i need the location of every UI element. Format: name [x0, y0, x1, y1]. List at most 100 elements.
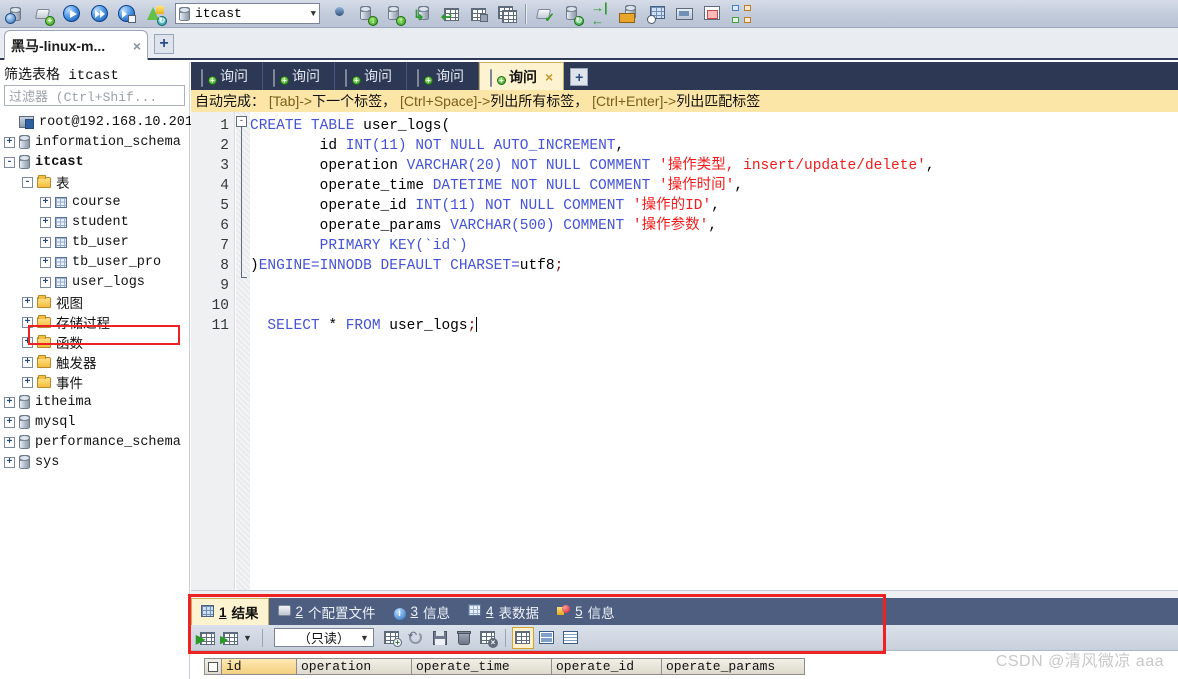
line-number: 2: [220, 138, 229, 154]
main-toolbar: + ↻ itcast ▼ ↓ ↑ ↳ ↩ ✓ ↻ →|←: [0, 0, 1178, 28]
tree-item-student[interactable]: + student: [0, 212, 189, 232]
tree-item-mysql[interactable]: + mysql: [0, 412, 189, 432]
tree-item-tb_user_pro[interactable]: + tb_user_pro: [0, 252, 189, 272]
table-save-icon[interactable]: [465, 1, 493, 27]
tree-expander-plus-icon[interactable]: +: [40, 216, 51, 228]
tree-item-user_logs[interactable]: + user_logs: [0, 272, 189, 292]
tree-expander-plus-icon[interactable]: +: [22, 376, 33, 388]
tree-item-label: 事件: [56, 377, 83, 393]
column-header-id[interactable]: id: [222, 658, 297, 675]
tree-expander-plus-icon[interactable]: +: [40, 256, 51, 268]
tree-expander-plus-icon[interactable]: +: [4, 396, 15, 408]
tree-item-course[interactable]: + course: [0, 192, 189, 212]
tree-item-label: performance_schema: [35, 434, 181, 450]
query-tab-4[interactable]: + 询问: [407, 62, 479, 90]
query-tab-3[interactable]: + 询问: [335, 62, 407, 90]
code-token: (11): [441, 198, 485, 214]
connect-db-icon[interactable]: [2, 1, 30, 27]
tree-expander-plus-icon[interactable]: +: [4, 136, 15, 148]
hint-text-ctrl-enter: 列出匹配标签: [676, 93, 761, 109]
tree-item-sys[interactable]: + sys: [0, 452, 189, 472]
table-designer-icon[interactable]: [699, 1, 727, 27]
code-token: ENGINE: [258, 258, 311, 274]
column-header-operate_id[interactable]: operate_id: [552, 658, 662, 675]
tree-item-information_schema[interactable]: + information_schema: [0, 132, 189, 152]
query-tab-1[interactable]: + 询问: [191, 62, 263, 90]
database-selector[interactable]: itcast ▼: [175, 3, 320, 24]
data-transfer-icon[interactable]: [615, 1, 643, 27]
folder-icon: [37, 354, 51, 368]
line-number: 6: [220, 218, 229, 234]
query-tab-5-active[interactable]: + 询问 ×: [479, 62, 565, 90]
refresh-objects-icon[interactable]: ↻: [142, 1, 170, 27]
tree-expander-plus-icon[interactable]: +: [40, 196, 51, 208]
code-token: SELECT: [267, 318, 329, 334]
tree-expander-plus-icon[interactable]: +: [4, 456, 15, 468]
tree-expander-plus-icon[interactable]: +: [4, 436, 15, 448]
column-header-operate_time[interactable]: operate_time: [412, 658, 552, 675]
connection-tab-label: 黑马-linux-m...: [11, 37, 106, 54]
code-token: ,: [734, 178, 744, 194]
tree-expander-plus-icon[interactable]: +: [22, 296, 33, 308]
tree-item-server[interactable]: root@192.168.10.201: [0, 112, 193, 132]
tree-item-itcast[interactable]: - itcast: [0, 152, 189, 172]
tree-expander-plus-icon[interactable]: +: [22, 356, 33, 368]
execute-selection-icon[interactable]: [114, 1, 142, 27]
close-icon[interactable]: ×: [545, 69, 553, 85]
monitor-icon[interactable]: [671, 1, 699, 27]
code-token: id: [250, 138, 346, 154]
tree-item-label: information_schema: [35, 134, 181, 150]
line-number: 1: [220, 118, 229, 134]
er-diagram-icon[interactable]: [727, 1, 755, 27]
toolbar-divider: [525, 3, 527, 24]
fold-toggle-icon[interactable]: -: [236, 116, 247, 127]
code-token: (500): [511, 218, 564, 234]
code-content[interactable]: CREATE TABLE user_logs( id INT(11) NOT N…: [250, 116, 1178, 336]
code-line: PRIMARY KEY(`id`): [250, 236, 1178, 256]
query-run-icon[interactable]: ✓: [531, 1, 559, 27]
tree-expander-minus-icon[interactable]: -: [22, 176, 33, 188]
user-manager-icon[interactable]: [325, 1, 353, 27]
execute-all-icon[interactable]: [86, 1, 114, 27]
code-token: ;: [467, 318, 477, 334]
scheduler-icon[interactable]: [643, 1, 671, 27]
tree-expander-plus-icon[interactable]: +: [4, 416, 15, 428]
db-export-icon[interactable]: ↑: [381, 1, 409, 27]
import-arrow-icon[interactable]: ↳: [409, 1, 437, 27]
query-tab-2[interactable]: + 询问: [263, 62, 335, 90]
tree-item-itheima[interactable]: + itheima: [0, 392, 189, 412]
execute-icon[interactable]: [58, 1, 86, 27]
tree-item-views-folder[interactable]: + 视图: [0, 292, 189, 313]
column-header-operation[interactable]: operation: [297, 658, 412, 675]
select-all-checkbox[interactable]: [204, 658, 222, 675]
tree-item-tb_user[interactable]: + tb_user: [0, 232, 189, 252]
query-tab-label: 询问: [220, 68, 248, 84]
tree-item-triggers-folder[interactable]: + 触发器: [0, 352, 189, 373]
tree-expander-plus-icon[interactable]: +: [40, 276, 51, 288]
tree-item-tables-folder[interactable]: - 表: [0, 172, 189, 193]
query-icon: +: [345, 68, 361, 87]
tree-expander-minus-icon[interactable]: -: [4, 156, 15, 168]
code-token: INNODB DEFAULT CHARSET: [319, 258, 512, 274]
code-line: operation VARCHAR(20) NOT NULL COMMENT '…: [250, 156, 1178, 176]
code-token: NOT NULL AUTO_INCREMENT: [415, 138, 616, 154]
filter-input[interactable]: 过滤器 (Ctrl+Shif...: [4, 85, 185, 106]
new-connection-tab-button[interactable]: +: [154, 34, 174, 54]
tree-item-events-folder[interactable]: + 事件: [0, 372, 189, 393]
line-number: 7: [220, 238, 229, 254]
close-icon[interactable]: ×: [133, 38, 141, 54]
database-icon: [19, 435, 30, 449]
db-refresh-icon[interactable]: ↻: [559, 1, 587, 27]
grid-export-icon[interactable]: ↩: [437, 1, 465, 27]
tree-expander-plus-icon[interactable]: +: [40, 236, 51, 248]
connection-tab[interactable]: 黑马-linux-m... ×: [4, 30, 148, 60]
table-copy-icon[interactable]: [493, 1, 521, 27]
sql-editor[interactable]: 1 2 3 4 5 6 7 8 9 10 11 - CREATE TABLE user_logs( …: [191, 112, 1178, 590]
new-query-icon[interactable]: +: [30, 1, 58, 27]
column-header-operate_params[interactable]: operate_params: [662, 658, 805, 675]
new-query-tab-button[interactable]: +: [570, 68, 589, 86]
db-import-icon[interactable]: ↓: [353, 1, 381, 27]
sync-icon[interactable]: →|←: [587, 1, 615, 27]
tree-item-performance_schema[interactable]: + performance_schema: [0, 432, 189, 452]
